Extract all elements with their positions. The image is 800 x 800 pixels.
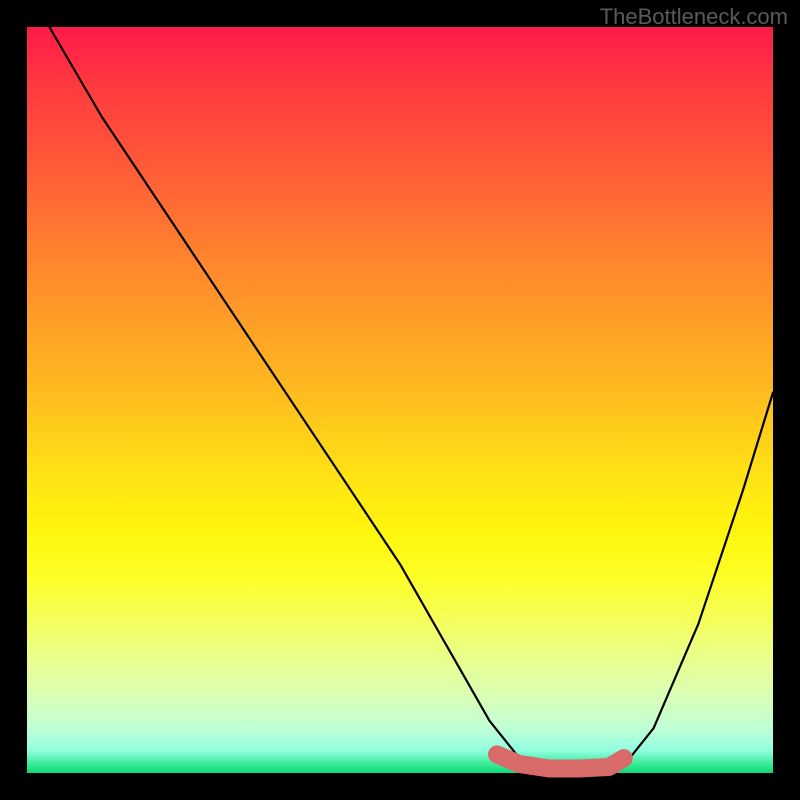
highlight-band <box>497 754 624 768</box>
plot-area <box>27 27 773 773</box>
watermark-text: TheBottleneck.com <box>600 4 788 30</box>
chart-svg <box>27 27 773 773</box>
bottleneck-curve <box>49 27 773 773</box>
